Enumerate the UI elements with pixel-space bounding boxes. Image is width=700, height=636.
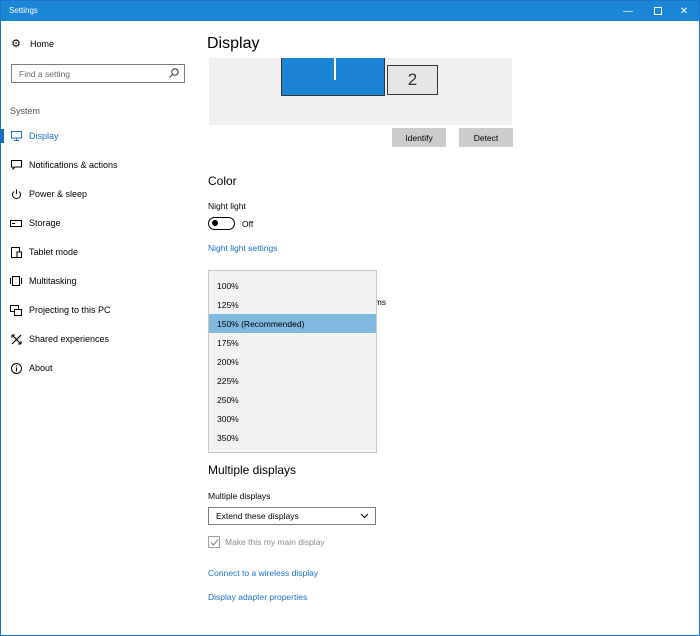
sidebar-item-label: About (29, 363, 53, 373)
window-title: Settings (9, 6, 38, 15)
sidebar-item-label: Tablet mode (29, 247, 79, 257)
close-button[interactable]: ✕ (669, 1, 699, 21)
sidebar-item-label: Multitasking (29, 276, 77, 286)
sidebar-item-label: Shared experiences (29, 334, 110, 344)
monitor-icon (9, 131, 23, 141)
sidebar-item-tablet[interactable]: Tablet mode (1, 241, 195, 263)
page-title: Display (207, 35, 260, 52)
title-bar[interactable]: Settings — ✕ (1, 1, 699, 21)
monitor-1-label (334, 58, 336, 80)
message-icon (9, 160, 23, 170)
section-label: System (10, 106, 41, 116)
sidebar-item-shared[interactable]: Shared experiences (1, 328, 195, 350)
home-label: Home (30, 38, 55, 49)
main-display-label: Make this my main display (225, 537, 325, 547)
scale-option[interactable]: 125% (209, 295, 376, 314)
chevron-down-icon (360, 513, 369, 519)
wireless-display-link[interactable]: Connect to a wireless display (208, 568, 318, 578)
search-input[interactable]: Find a setting (11, 64, 185, 83)
scale-dropdown-list[interactable]: 100% 125% 150% (Recommended) 175% 200% 2… (208, 270, 377, 453)
night-light-state: Off (242, 219, 254, 229)
scale-option[interactable]: 175% (209, 333, 376, 352)
main-content: Display 2 Identify Detect Color Night li… (195, 21, 699, 635)
info-icon (9, 362, 23, 374)
multiple-displays-select[interactable]: Extend these displays (208, 507, 376, 525)
scale-option[interactable]: 300% (209, 409, 376, 428)
sidebar-item-label: Notifications & actions (29, 160, 118, 170)
toggle-knob (212, 220, 218, 226)
search-icon (169, 68, 179, 78)
sidebar-item-power[interactable]: Power & sleep (1, 183, 195, 205)
storage-icon (9, 219, 23, 227)
detect-button[interactable]: Detect (459, 128, 513, 147)
close-icon: ✕ (679, 5, 689, 17)
monitor-2[interactable]: 2 (387, 65, 438, 95)
color-heading: Color (208, 174, 237, 188)
sidebar: ⚙ Home Find a setting System Display Not… (1, 21, 195, 635)
adapter-properties-link[interactable]: Display adapter properties (208, 592, 307, 602)
scale-option[interactable]: 250% (209, 390, 376, 409)
minimize-button[interactable]: — (613, 1, 643, 21)
scale-option[interactable]: 200% (209, 352, 376, 371)
scale-option-selected[interactable]: 150% (Recommended) (209, 314, 376, 333)
select-value: Extend these displays (216, 511, 299, 521)
minimize-icon: — (623, 5, 633, 17)
sidebar-item-label: Display (29, 131, 59, 141)
projecting-icon (9, 304, 23, 316)
shared-icon (9, 334, 23, 345)
multitask-icon (9, 276, 23, 286)
main-display-checkbox-row: Make this my main display (208, 536, 325, 548)
sidebar-item-multitasking[interactable]: Multitasking (1, 270, 195, 292)
sidebar-item-storage[interactable]: Storage (1, 212, 195, 234)
scale-option[interactable]: 225% (209, 371, 376, 390)
monitor-1[interactable] (281, 58, 385, 96)
night-light-toggle[interactable] (208, 217, 235, 230)
nav-home[interactable]: ⚙ Home (9, 37, 54, 50)
scale-option[interactable]: 350% (209, 428, 376, 447)
night-light-label: Night light (208, 201, 246, 211)
tablet-icon (9, 246, 23, 258)
maximize-icon (654, 7, 662, 15)
monitor-arrangement[interactable]: 2 (209, 58, 512, 125)
multiple-displays-label: Multiple displays (208, 491, 271, 501)
sidebar-item-projecting[interactable]: Projecting to this PC (1, 299, 195, 321)
main-display-checkbox[interactable] (208, 536, 220, 548)
search-placeholder: Find a setting (19, 69, 71, 79)
sidebar-item-label: Projecting to this PC (29, 305, 111, 315)
scale-option[interactable]: 100% (209, 276, 376, 295)
multiple-displays-heading: Multiple displays (208, 463, 297, 477)
settings-window: Settings — ✕ ⚙ Home Find a setting Syste… (0, 0, 700, 636)
check-icon (210, 538, 218, 546)
sidebar-item-label: Power & sleep (29, 189, 88, 199)
sidebar-item-display[interactable]: Display (1, 125, 195, 147)
identify-button[interactable]: Identify (392, 128, 446, 147)
sidebar-item-label: Storage (29, 218, 61, 228)
gear-icon: ⚙ (11, 38, 21, 50)
sidebar-item-about[interactable]: About (1, 357, 195, 379)
sidebar-item-notifications[interactable]: Notifications & actions (1, 154, 195, 176)
night-light-settings-link[interactable]: Night light settings (208, 243, 277, 253)
power-icon (9, 189, 23, 200)
monitor-2-label: 2 (407, 70, 418, 89)
